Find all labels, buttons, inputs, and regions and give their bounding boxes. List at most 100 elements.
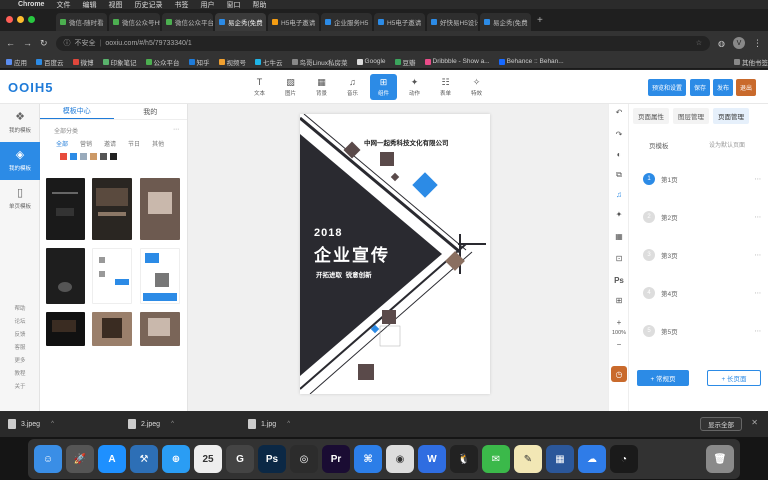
quicktime-icon[interactable]: ◔ bbox=[610, 445, 638, 473]
photoshop-icon[interactable]: Ps bbox=[258, 445, 286, 473]
deco-square[interactable] bbox=[382, 310, 396, 324]
zoom-in-icon[interactable]: + bbox=[609, 318, 629, 327]
publish-button[interactable]: 发布 bbox=[713, 79, 733, 96]
page-list-item[interactable]: 2 第2页 ⋯ bbox=[643, 210, 768, 224]
copy-icon[interactable]: ⧉ bbox=[609, 170, 629, 180]
poster-title[interactable]: 企业宣传 bbox=[314, 241, 390, 266]
calendar-icon[interactable]: 25 bbox=[194, 445, 222, 473]
url-text[interactable]: ooxiu.com/#/h5/79733340/1 bbox=[105, 40, 191, 47]
set-default-page[interactable]: 设为默认页面 bbox=[709, 140, 745, 149]
keynote-icon[interactable]: ⌘ bbox=[354, 445, 382, 473]
browser-tab[interactable]: 微信公众号H5✕ bbox=[109, 13, 160, 31]
chevron-up-icon[interactable]: ^ bbox=[287, 421, 290, 427]
template-thumbnail[interactable] bbox=[140, 312, 180, 346]
bookmark-item[interactable]: 公众平台 bbox=[145, 57, 180, 67]
tool-2[interactable]: ▦ 背景 bbox=[308, 74, 335, 100]
wps-icon[interactable]: W bbox=[418, 445, 446, 473]
download-item[interactable]: 2.jpeg ^ bbox=[128, 419, 248, 429]
undo-icon[interactable]: ↶ bbox=[609, 108, 629, 117]
new-tab-button[interactable]: + bbox=[537, 15, 543, 26]
exit-button[interactable]: 退出 bbox=[736, 79, 756, 96]
close-icon[interactable]: ✕ bbox=[751, 418, 758, 427]
info-icon[interactable]: ⓘ bbox=[64, 38, 71, 48]
help-link[interactable]: 反馈 bbox=[0, 330, 40, 338]
deco-square[interactable] bbox=[445, 251, 465, 271]
editor-logo[interactable]: OOIH5 bbox=[8, 80, 53, 95]
deco-square[interactable] bbox=[380, 152, 394, 166]
page-list-item[interactable]: 5 第5页 ⋯ bbox=[643, 324, 768, 338]
color-swatch[interactable] bbox=[100, 153, 107, 160]
zoom-out-icon[interactable]: − bbox=[609, 340, 629, 349]
template-thumbnail[interactable] bbox=[46, 178, 85, 240]
download-item[interactable]: 3.jpeg ^ bbox=[8, 419, 128, 429]
close-tab-icon[interactable]: ✕ bbox=[424, 19, 425, 26]
minimize-window-button[interactable] bbox=[17, 16, 24, 23]
tab-page-properties[interactable]: 页面属性 bbox=[633, 108, 669, 124]
forward-icon[interactable]: → bbox=[23, 38, 32, 48]
tool-5[interactable]: ✦ 动作 bbox=[401, 74, 428, 100]
tool-0[interactable]: T 文本 bbox=[246, 74, 273, 100]
tool-4[interactable]: ⊞ 组件 bbox=[370, 74, 397, 100]
wechat-icon[interactable]: ✉ bbox=[482, 445, 510, 473]
category-filter[interactable]: 全部分类 bbox=[54, 126, 78, 135]
effects-icon[interactable]: ✦ bbox=[609, 210, 629, 219]
help-link[interactable]: 论坛 bbox=[0, 317, 40, 325]
baidu-netdisk-icon[interactable]: ☁ bbox=[578, 445, 606, 473]
tool-7[interactable]: ✧ 特效 bbox=[463, 74, 490, 100]
browser-tab[interactable]: 微信公众平台✕ bbox=[162, 13, 213, 31]
bookmark-item[interactable]: 应用 bbox=[6, 57, 27, 67]
launchpad-icon[interactable]: 🚀 bbox=[66, 445, 94, 473]
filter-toggle-icon[interactable]: ⋯ bbox=[173, 126, 179, 135]
bookmark-item[interactable]: 其他书签 bbox=[734, 57, 768, 67]
tab-layer-manager[interactable]: 图层管理 bbox=[673, 108, 709, 124]
more-options-icon[interactable]: ⋯ bbox=[755, 327, 762, 335]
bookmark-item[interactable]: 鸟哥Linux私房菜 bbox=[291, 57, 348, 67]
poster-year[interactable]: 2018 bbox=[314, 227, 342, 239]
color-swatch[interactable] bbox=[70, 153, 77, 160]
trash-icon[interactable]: 🗑 bbox=[706, 445, 734, 473]
bookmark-item[interactable]: 百度云 bbox=[36, 57, 64, 67]
app-store-icon[interactable]: A bbox=[98, 445, 126, 473]
chevron-up-icon[interactable]: ^ bbox=[171, 421, 174, 427]
category-item[interactable]: 邀请 bbox=[104, 139, 116, 148]
download-filename[interactable]: 2.jpeg bbox=[141, 421, 160, 428]
page-list-item[interactable]: 1 第1页 ⋯ bbox=[643, 172, 768, 186]
menubar-app-name[interactable]: Chrome bbox=[18, 1, 44, 8]
more-options-icon[interactable]: ⋯ bbox=[755, 175, 762, 183]
save-button[interactable]: 保存 bbox=[690, 79, 710, 96]
left-nav-item[interactable]: ❖ 我的模板 bbox=[0, 104, 40, 142]
illustrator-alt-icon[interactable]: ◎ bbox=[290, 445, 318, 473]
close-tab-icon[interactable]: ✕ bbox=[371, 19, 372, 26]
tool-3[interactable]: ♫ 音乐 bbox=[339, 74, 366, 100]
browser-tab[interactable]: H5电子邀请✕ bbox=[268, 13, 319, 31]
notes-icon[interactable]: ✎ bbox=[514, 445, 542, 473]
left-nav-item[interactable]: ▯ 单页模板 bbox=[0, 180, 40, 218]
template-thumbnail[interactable] bbox=[92, 248, 132, 304]
chevron-up-icon[interactable]: ^ bbox=[51, 421, 54, 427]
category-item[interactable]: 营销 bbox=[80, 139, 92, 148]
help-link[interactable]: 教程 bbox=[0, 369, 40, 377]
bookmark-item[interactable]: 知乎 bbox=[188, 57, 210, 67]
close-window-button[interactable] bbox=[6, 16, 13, 23]
help-link[interactable]: 帮助 bbox=[0, 304, 40, 312]
bookmark-item[interactable]: 视频号 bbox=[218, 57, 246, 67]
page-list-item[interactable]: 4 第4页 ⋯ bbox=[643, 286, 768, 300]
tab-template-center[interactable]: 模板中心 bbox=[40, 104, 114, 119]
extension-icon[interactable]: ◍ bbox=[718, 39, 725, 48]
template-thumbnail[interactable] bbox=[140, 248, 180, 304]
grid-icon[interactable]: ▦ bbox=[609, 232, 629, 241]
color-swatch[interactable] bbox=[60, 153, 67, 160]
browser-tab[interactable]: 易企秀(免费✕ bbox=[215, 13, 266, 31]
music-icon[interactable]: ♫ bbox=[609, 190, 629, 199]
bookmark-item[interactable]: 微博 bbox=[72, 57, 94, 67]
deco-square[interactable] bbox=[358, 364, 374, 380]
more-options-icon[interactable]: ⋯ bbox=[755, 251, 762, 259]
deco-square-blue[interactable] bbox=[412, 172, 438, 198]
page-template-label[interactable]: 页模板 bbox=[649, 140, 669, 150]
profile-avatar[interactable]: V bbox=[733, 37, 745, 49]
color-swatch[interactable] bbox=[90, 153, 97, 160]
color-swatch[interactable] bbox=[110, 153, 117, 160]
safari-icon[interactable]: ⊕ bbox=[162, 445, 190, 473]
browser-tab[interactable]: 微信-随时看✕ bbox=[56, 13, 107, 31]
chrome-icon[interactable]: ◉ bbox=[386, 445, 414, 473]
